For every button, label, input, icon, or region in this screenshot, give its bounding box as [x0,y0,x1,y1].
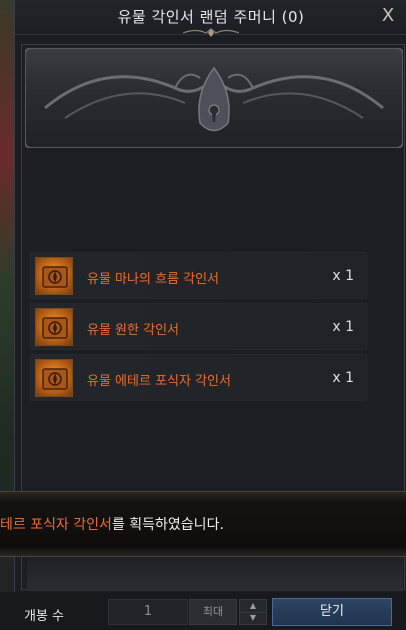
item-list: 유물 마나의 흐름 각인서 x 1 유물 원한 각인서 x 1 유물 에테르 포… [30,252,367,405]
list-item[interactable]: 유물 마나의 흐름 각인서 x 1 [30,252,367,299]
window-title: 유물 각인서 랜덤 주머니 (0) [117,8,305,26]
frame-ornament-bottom [27,556,403,591]
engraving-book-icon [35,359,73,397]
close-button[interactable]: 닫기 [272,598,392,626]
list-item[interactable]: 유물 원한 각인서 x 1 [30,303,367,350]
title-bar[interactable]: 유물 각인서 랜덤 주머니 (0) X [15,0,406,37]
close-icon[interactable]: X [377,5,399,27]
item-name: 유물 원한 각인서 [87,323,179,338]
notice-item-name: 테르 포식자 각인서 [0,517,112,533]
item-quantity: x 1 [332,268,354,284]
acquisition-notice: 테르 포식자 각인서를 획득하였습니다. [0,514,224,534]
open-count-label: 개봉 수 [24,609,65,624]
item-name: 유물 마나의 흐름 각인서 [87,272,219,287]
chevron-down-icon[interactable]: ▼ [240,612,266,624]
title-ornament [182,28,240,37]
item-quantity: x 1 [332,319,354,335]
notice-message: 를 획득하였습니다. [111,517,224,533]
item-quantity: x 1 [332,370,354,386]
item-name: 유물 에테르 포식자 각인서 [87,374,231,389]
frame-ornament-top [25,48,403,148]
max-button[interactable]: 최대 [189,599,237,625]
quantity-stepper[interactable]: ▲ ▼ [239,599,267,625]
list-item[interactable]: 유물 에테르 포식자 각인서 x 1 [30,354,367,401]
engraving-book-icon [35,257,73,295]
engraving-book-icon [35,308,73,346]
open-count-input[interactable]: 1 [108,599,188,625]
